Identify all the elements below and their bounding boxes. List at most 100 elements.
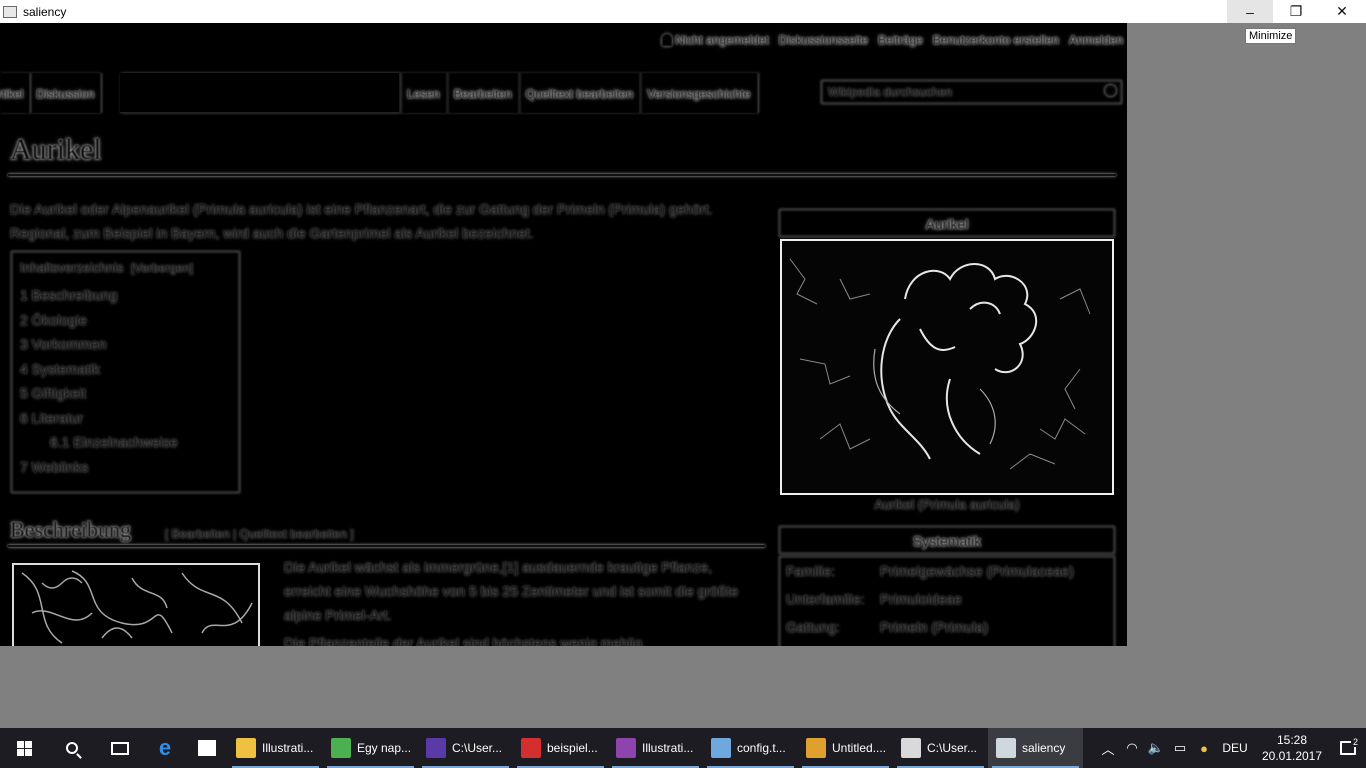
toc-hide-link: [Verbergen] xyxy=(130,261,193,275)
taskbar-app-button[interactable]: Illustrati... xyxy=(228,728,323,768)
taskbar-app-label: C:\User... xyxy=(927,741,978,755)
tab-edit-source: Quelltext bearbeiten xyxy=(518,73,641,113)
infobox-title: Aurikel xyxy=(779,209,1115,237)
paint-icon xyxy=(806,738,826,758)
search-icon xyxy=(1105,85,1116,96)
taskbar-app-button[interactable]: beispiel... xyxy=(513,728,608,768)
taskbar-app-button[interactable]: C:\User... xyxy=(893,728,988,768)
talk-page-link: Diskussionsseite xyxy=(778,33,869,47)
taskbar-app-label: C:\User... xyxy=(452,741,503,755)
taskbar-app-button[interactable]: Egy nap... xyxy=(323,728,418,768)
volume-icon[interactable]: 🔈 xyxy=(1144,740,1168,756)
taskbar-apps: Illustrati... Egy nap... C:\User... beispie… xyxy=(228,728,1083,768)
tray-overflow-icon[interactable]: ︿ xyxy=(1096,739,1120,758)
taskbar-app-label: Untitled.... xyxy=(832,741,885,755)
visual-studio-icon xyxy=(616,738,636,758)
intro-paragraph: Die Aurikel oder Alpenaurikel (Primula a… xyxy=(10,201,713,241)
notepad-icon xyxy=(711,738,731,758)
tab-discussion-label: Diskussion xyxy=(36,87,95,101)
taskbar-app-label: beispiel... xyxy=(547,741,598,755)
network-icon[interactable]: ◠ xyxy=(1120,740,1144,756)
toc-item: 3 Vorkommen xyxy=(20,336,107,352)
infobox-value: Primelgewächse (Primulaceae) xyxy=(880,563,1074,579)
infobox-row: Unterfamilie: Primuloideae xyxy=(780,585,1114,613)
clock-time: 15:28 xyxy=(1276,733,1308,747)
toc-item: 6 Literatur xyxy=(20,409,84,426)
personal-links: Nicht angemeldet Diskussionsseite Beiträ… xyxy=(662,33,1123,47)
infobox-value: Primeln (Primula) xyxy=(880,619,989,635)
saliency-window: saliency – ❐ ✕ Minimize Nicht angemeldet… xyxy=(0,0,1366,728)
taskbar-app-label: Egy nap... xyxy=(357,741,410,755)
taskbar-search-button[interactable] xyxy=(48,728,96,768)
toc-item: 7 Weblinks xyxy=(20,458,89,475)
user-icon xyxy=(662,34,673,46)
tab-read-label: Lesen xyxy=(407,87,440,101)
toc-item: 2 Ökologie xyxy=(20,311,87,328)
taskbar-app-button[interactable]: config.t... xyxy=(703,728,798,768)
title-divider xyxy=(8,174,1116,176)
weather-icon[interactable]: ● xyxy=(1192,741,1216,756)
taskbar-app-button[interactable]: saliency xyxy=(988,728,1083,768)
login-link: Anmelden xyxy=(1068,33,1123,47)
console-icon xyxy=(901,738,921,758)
search-box: Wikipedia durchsuchen xyxy=(821,80,1122,104)
create-account-link: Benutzerkonto erstellen xyxy=(932,33,1059,47)
minimize-button[interactable]: – xyxy=(1227,0,1273,23)
section-text: Die Aurikel wächst als immergrüne,[1] au… xyxy=(284,559,739,623)
saliency-app-icon xyxy=(996,738,1016,758)
toc-list: 1 Beschreibung 2 Ökologie 3 Vorkommen 4 Sys… xyxy=(20,283,231,479)
taskbar-app-button[interactable]: Untitled.... xyxy=(798,728,893,768)
input-language[interactable]: DEU xyxy=(1216,741,1254,755)
title-bar[interactable]: saliency – ❐ ✕ xyxy=(0,0,1366,23)
infobox-key: Unterfamilie: xyxy=(786,591,865,607)
section-text-2: Die Pflanzenteile der Aurikel sind höchs… xyxy=(284,635,646,646)
restore-button[interactable]: ❐ xyxy=(1273,0,1319,23)
toc-item: 5 Giftigkeit xyxy=(20,385,87,401)
system-tray: ︿ ◠ 🔈 ▭ ● DEU 15:28 20.01.2017 2 xyxy=(1096,728,1366,768)
infobox-row: Familie: Primelgewächse (Primulaceae) xyxy=(780,557,1114,585)
page-title: Aurikel xyxy=(10,133,102,166)
tab-history: Versionsgeschichte xyxy=(640,73,758,113)
table-of-contents: Inhaltsverzeichnis [Verbergen] 1 Beschre… xyxy=(11,251,240,493)
toc-item: 6.1 Einzelnachweise xyxy=(50,434,178,450)
notification-count: 2 xyxy=(1350,737,1360,747)
chrome-icon xyxy=(331,738,351,758)
action-center-button[interactable]: 2 xyxy=(1330,737,1366,755)
infobox-row: Gattung: Primeln (Primula) xyxy=(780,613,1114,641)
infobox-value: Primuloideae xyxy=(880,591,962,607)
taskbar-app-label: Illustrati... xyxy=(642,741,694,755)
taskbar-app-button[interactable]: C:\User... xyxy=(418,728,513,768)
jpx-icon xyxy=(426,738,446,758)
not-logged-in-label: Nicht angemeldet xyxy=(675,33,769,47)
infobox-image xyxy=(780,239,1114,495)
taskbar-app-label: Illustrati... xyxy=(262,741,314,755)
close-button[interactable]: ✕ xyxy=(1319,0,1365,23)
tab-discussion: Diskussion xyxy=(30,73,102,113)
tab-edit: Bearbeiten xyxy=(446,73,519,113)
start-button[interactable] xyxy=(0,728,48,768)
contributions-link: Beiträge xyxy=(878,33,923,47)
infobox-key: Familie: xyxy=(786,563,836,579)
toc-item: 4 Systematik xyxy=(20,360,101,377)
tab-article-label: Artikel xyxy=(0,87,24,101)
minimize-tooltip: Minimize xyxy=(1245,28,1297,44)
store-icon xyxy=(198,740,216,756)
tab-spacer xyxy=(120,73,400,113)
task-view-button[interactable] xyxy=(96,728,144,768)
pdf-icon xyxy=(521,738,541,758)
clock[interactable]: 15:28 20.01.2017 xyxy=(1254,732,1330,764)
tab-read: Lesen xyxy=(400,73,447,113)
view-tabs: Lesen Bearbeiten Quelltext bearbeiten Ve… xyxy=(400,73,758,113)
taskbar-app-button[interactable]: Illustrati... xyxy=(608,728,703,768)
search-icon xyxy=(66,742,78,754)
tab-edit-label: Bearbeiten xyxy=(453,87,512,101)
taskbar-app-label: config.t... xyxy=(737,741,786,755)
section-heading: Beschreibung xyxy=(10,517,131,542)
toc-item: 1 Beschreibung xyxy=(20,287,118,303)
tab-history-label: Versionsgeschichte xyxy=(647,87,751,101)
edge-button[interactable]: e xyxy=(144,728,186,768)
edge-icon: e xyxy=(158,735,172,760)
windows-logo-icon xyxy=(16,740,32,756)
store-button[interactable] xyxy=(186,728,228,768)
battery-icon[interactable]: ▭ xyxy=(1168,740,1192,756)
